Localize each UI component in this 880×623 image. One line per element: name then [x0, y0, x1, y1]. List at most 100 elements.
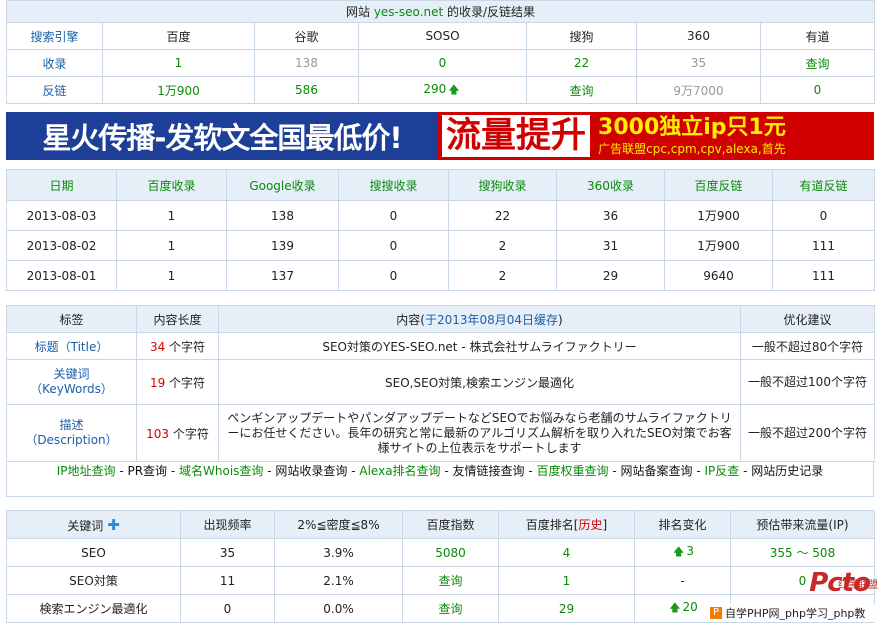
ad-banner-left[interactable]: 星火传播-发软文全国最低价! [6, 112, 438, 160]
summary-header-cell: 360 [636, 22, 761, 50]
baidu-index-cell[interactable]: 查询 [402, 566, 499, 595]
history-cell: 138 [226, 200, 339, 231]
summary-index-row: 收录 1 138 0 22 35 查询 [6, 49, 875, 77]
baidu-index-cell[interactable]: 查询 [402, 594, 499, 623]
table-row: 2013-08-01 1 137 0 2 29 9640 111 [6, 260, 875, 291]
keywords-header-cell: 预估带来流量(IP) [730, 510, 875, 539]
history-header-row: 日期 百度收录 Google收录 搜搜收录 搜狗收录 360收录 百度反链 有道… [6, 169, 875, 201]
arrow-up-icon: 🡅 [669, 601, 681, 614]
ad-banner-offer-title: 3000独立ip只1元 [598, 115, 786, 140]
history-table: 日期 百度收录 Google收录 搜搜收录 搜狗收录 360收录 百度反链 有道… [6, 169, 875, 291]
meta-tag-label: 描述 （Description） [6, 404, 137, 462]
meta-row-description: 描述 （Description） 103 个字符 ペンギンアップデートやパンダアッ… [6, 404, 875, 462]
rank-change-cell: 🡅 3 [634, 538, 731, 567]
summary-cell[interactable]: 0 [760, 76, 875, 104]
ad-banner-big-text: 流量提升 [442, 115, 591, 157]
meta-advice: 一般不超过100个字符 [740, 359, 875, 405]
summary-header-cell: SOSO [358, 22, 527, 50]
tool-link-icp[interactable]: 网站备案查询 [621, 464, 693, 478]
summary-header-row: 搜索引擎 百度 谷歌 SOSO 搜狗 360 有道 [6, 22, 875, 50]
history-header-cell: 有道反链 [772, 169, 875, 201]
ad-banner[interactable]: 星火传播-发软文全国最低价! 流量提升 3000独立ip只1元 广告联盟cpc,… [6, 112, 874, 160]
rank-history-link[interactable]: 历史 [578, 518, 602, 532]
summary-row-label: 收录 [6, 49, 103, 77]
meta-length: 34 个字符 [136, 332, 219, 360]
baidu-rank-cell[interactable]: 29 [498, 594, 635, 623]
history-cell: 1 [116, 260, 227, 291]
tool-link-friend[interactable]: 友情链接查询 [453, 464, 525, 478]
keywords-header-cell: 百度排名[历史] [498, 510, 635, 539]
tool-link-ip[interactable]: IP地址查询 [57, 464, 116, 478]
link-separator: - [608, 464, 621, 478]
site-domain-link[interactable]: yes-seo.net [374, 5, 443, 19]
meta-content: ペンギンアップデートやパンダアップデートなどSEOでお悩みなら老舗のサムライファ… [218, 404, 741, 462]
summary-cell[interactable]: 138 [254, 49, 359, 77]
summary-header-cell: 百度 [102, 22, 255, 50]
history-header-cell: 日期 [6, 169, 117, 201]
summary-backlink-row: 反链 1万900 586 290 🡅 查询 9万7000 0 [6, 76, 875, 104]
arrow-up-icon: 🡅 [673, 545, 685, 558]
summary-cell[interactable]: 1 [102, 49, 255, 77]
meta-length: 19 个字符 [136, 359, 219, 405]
link-separator: - [440, 464, 453, 478]
summary-header-cell: 谷歌 [254, 22, 359, 50]
ad-banner-offer: 3000独立ip只1元 广告联盟cpc,cpm,cpv,alexa,首先 [598, 115, 786, 157]
history-header-cell: 搜搜收录 [338, 169, 449, 201]
link-separator: - [115, 464, 128, 478]
history-cell: 0 [338, 230, 449, 261]
summary-cell[interactable]: 1万900 [102, 76, 255, 104]
summary-cell[interactable]: 22 [526, 49, 637, 77]
meta-header-row: 标签 内容长度 内容(于2013年08月04日缓存) 优化建议 [6, 305, 875, 333]
keyword-cell: SEO [6, 538, 181, 567]
keywords-header-cell: 出现频率 [180, 510, 275, 539]
summary-cell-with-trend: 290 🡅 [358, 76, 527, 104]
summary-cell[interactable]: 0 [358, 49, 527, 77]
tool-link-pr[interactable]: PR查询 [127, 464, 167, 478]
summary-cell[interactable]: 9万7000 [636, 76, 761, 104]
meta-advice: 一般不超过200个字符 [740, 404, 875, 462]
ad-banner-right[interactable]: 流量提升 3000独立ip只1元 广告联盟cpc,cpm,cpv,alexa,首… [438, 112, 874, 160]
history-cell: 29 [556, 260, 665, 291]
history-cell: 0 [772, 200, 875, 231]
link-separator: - [347, 464, 360, 478]
summary-cell[interactable]: 35 [636, 49, 761, 77]
frequency-cell: 0 [180, 594, 275, 623]
tool-link-weight[interactable]: 百度权重查询 [537, 464, 609, 478]
link-separator: - [524, 464, 537, 478]
baidu-rank-cell[interactable]: 1 [498, 566, 635, 595]
summary-cell[interactable]: 290 [423, 82, 446, 96]
history-cell: 1万900 [664, 230, 773, 261]
history-cell: 0 [338, 260, 449, 291]
tool-link-whois[interactable]: 域名Whois查询 [179, 464, 263, 478]
baidu-rank-cell[interactable]: 4 [498, 538, 635, 567]
history-cell: 2 [448, 230, 557, 261]
meta-length: 103 个字符 [136, 404, 219, 462]
history-cell: 2013-08-03 [6, 200, 117, 231]
cache-date-link[interactable]: 于2013年08月04日缓存 [425, 313, 558, 327]
meta-header-tag: 标签 [6, 305, 137, 333]
history-cell: 31 [556, 230, 665, 261]
history-header-cell: 百度收录 [116, 169, 227, 201]
tool-link-history[interactable]: 网站历史记录 [751, 464, 823, 478]
history-cell: 111 [772, 230, 875, 261]
tool-link-alexa[interactable]: Alexa排名查询 [359, 464, 440, 478]
history-cell: 22 [448, 200, 557, 231]
keyword-cell: 検索エンジン最適化 [6, 594, 181, 623]
tool-link-ip-reverse[interactable]: IP反查 [704, 464, 739, 478]
meta-header-content: 内容(于2013年08月04日缓存) [218, 305, 741, 333]
baidu-index-cell[interactable]: 5080 [402, 538, 499, 567]
history-header-cell: 360收录 [556, 169, 665, 201]
summary-header-cell: 有道 [760, 22, 875, 50]
keywords-header-row: 关键词 ✚ 出现频率 2%≦密度≦8% 百度指数 百度排名[历史] 排名变化 预估… [6, 510, 875, 539]
plus-icon[interactable]: ✚ [107, 516, 120, 534]
summary-cell[interactable]: 586 [254, 76, 359, 104]
meta-row-keywords: 关键词 （KeyWords） 19 个字符 SEO,SEO対策,検索エンジン最適化… [6, 359, 875, 405]
watermark: Pcto 红黑联盟 P 自学PHP网_php学习_php教 [708, 566, 880, 622]
summary-table: 网站 yes-seo.net 的收录/反链结果 搜索引擎 百度 谷歌 SOSO … [6, 0, 875, 104]
summary-cell[interactable]: 查询 [526, 76, 637, 104]
watermark-corner-text: 红黑联盟 [838, 580, 878, 591]
meta-content: SEO対策のYES-SEO.net - 株式会社サムライファクトリー [218, 332, 741, 360]
summary-cell[interactable]: 查询 [760, 49, 875, 77]
keywords-header-cell: 百度指数 [402, 510, 499, 539]
tool-link-index[interactable]: 网站收录查询 [275, 464, 347, 478]
